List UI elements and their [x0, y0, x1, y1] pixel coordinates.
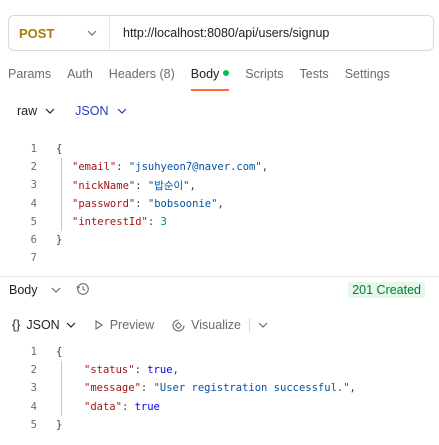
line-number: 3	[30, 382, 37, 395]
line-number: 6	[30, 234, 37, 247]
response-format-label: JSON	[26, 318, 60, 332]
code-text: {	[56, 143, 63, 156]
tab-scripts[interactable]: Scripts	[245, 67, 283, 91]
toolbar-divider	[248, 318, 250, 332]
code-line: 2 "email": "jsuhyeon7@naver.com",	[0, 158, 439, 176]
line-number: 3	[30, 179, 37, 192]
body-format-label: JSON	[75, 104, 109, 118]
chevron-down-icon[interactable]	[258, 322, 268, 328]
preview-label: Preview	[109, 318, 155, 332]
method-label: POST	[19, 25, 55, 41]
code-text: "interestId": 3	[72, 215, 167, 228]
code-line: 1{	[0, 140, 439, 158]
indent-guide	[61, 158, 62, 231]
request-body-editor[interactable]: 1{2 "email": "jsuhyeon7@naver.com", 3 "nick…	[0, 140, 439, 267]
visualize-icon	[172, 318, 185, 332]
tab-label: Headers (8)	[108, 67, 175, 81]
tab-label: Settings	[344, 67, 390, 81]
tab-settings[interactable]: Settings	[345, 67, 390, 91]
code-line: 4 "password": "bobsoonie",	[0, 195, 439, 213]
code-text: "nickName": "밥순이",	[72, 179, 196, 192]
request-tabs: Params Auth Headers (8) Body Scripts Tes…	[8, 67, 390, 91]
line-number: 2	[30, 364, 37, 377]
line-number: 4	[30, 197, 37, 210]
response-toolbar: {} JSON Preview Visualize	[12, 315, 268, 335]
braces-icon: {}	[12, 318, 21, 332]
response-format-select[interactable]: {} JSON	[12, 318, 76, 332]
code-line: 3 "nickName": "밥순이",	[0, 176, 439, 194]
code-line: 1{	[0, 343, 439, 361]
visualize-label: Visualize	[191, 318, 241, 332]
code-text: "password": "bobsoonie",	[72, 197, 224, 210]
code-text: }	[56, 418, 63, 431]
code-text: "status": true,	[84, 364, 179, 377]
chevron-down-icon	[66, 322, 76, 328]
tab-params[interactable]: Params	[8, 67, 51, 91]
status-badge[interactable]: 201 Created	[348, 282, 425, 298]
request-bar: POST http://localhost:8080/api/users/sig…	[8, 15, 434, 51]
chevron-down-icon	[45, 106, 55, 116]
tab-label: Auth	[67, 67, 93, 81]
line-number: 1	[30, 346, 37, 359]
line-number: 4	[30, 400, 37, 413]
tab-label: Scripts	[245, 67, 284, 81]
method-select[interactable]: POST	[9, 16, 110, 50]
body-mode-select[interactable]: raw	[17, 104, 55, 118]
chevron-down-icon[interactable]	[51, 285, 61, 295]
code-text: {	[56, 346, 63, 359]
tab-label: Params	[8, 67, 52, 81]
code-line: 4 "data": true	[0, 398, 439, 416]
history-icon[interactable]	[76, 282, 90, 296]
preview-button[interactable]: Preview	[94, 318, 154, 332]
code-text: "data": true	[84, 400, 160, 413]
chevron-down-icon	[87, 28, 97, 38]
code-line: 3 "message": "User registration successfu…	[0, 379, 439, 397]
code-line: 2 "status": true,	[0, 361, 439, 379]
chevron-down-icon	[117, 106, 127, 116]
code-text: }	[56, 234, 63, 247]
code-text: "message": "User registration successful…	[84, 382, 356, 395]
code-line: 7	[0, 249, 439, 267]
code-line: 5 "interestId": 3	[0, 213, 439, 231]
code-line: 5}	[0, 416, 439, 434]
line-number: 2	[30, 161, 37, 174]
response-header: Body 201 Created	[0, 276, 439, 302]
play-icon	[94, 320, 104, 330]
response-body-viewer[interactable]: 1{2 "status": true, 3 "message": "User regi…	[0, 343, 439, 434]
line-number: 5	[30, 418, 37, 431]
tab-label: Body	[190, 67, 220, 81]
line-number: 7	[30, 252, 37, 265]
url-input[interactable]: http://localhost:8080/api/users/signup	[110, 26, 329, 40]
modified-dot-icon	[223, 70, 230, 76]
tab-tests[interactable]: Tests	[300, 67, 329, 91]
visualize-button[interactable]: Visualize	[172, 318, 241, 332]
body-format-select[interactable]: JSON	[75, 104, 126, 118]
tab-label: Tests	[299, 67, 329, 81]
line-number: 1	[30, 143, 37, 156]
response-title[interactable]: Body	[9, 283, 38, 297]
tab-headers[interactable]: Headers (8)	[109, 67, 175, 91]
code-text: "email": "jsuhyeon7@naver.com",	[72, 161, 269, 174]
line-number: 5	[30, 215, 37, 228]
tab-auth[interactable]: Auth	[67, 67, 93, 91]
body-options: raw JSON	[17, 104, 147, 118]
tab-body[interactable]: Body	[190, 67, 230, 91]
indent-guide	[61, 361, 62, 416]
body-mode-label: raw	[17, 104, 38, 118]
code-line: 6}	[0, 231, 439, 249]
